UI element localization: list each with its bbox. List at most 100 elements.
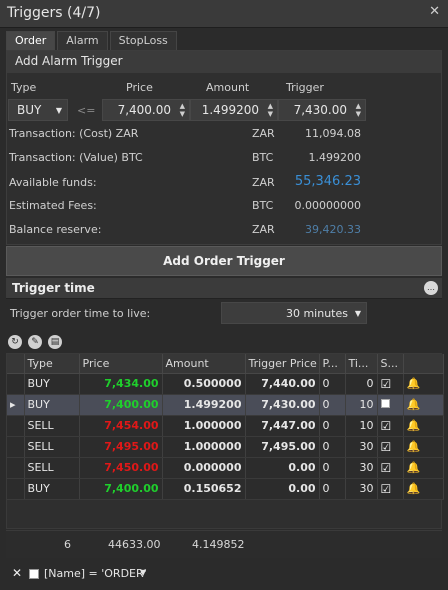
- cell-trigger-price: 7,430.00: [245, 394, 320, 416]
- price-label: Price: [126, 81, 153, 94]
- cell-bell[interactable]: 🔔: [403, 478, 444, 500]
- tab-order[interactable]: Order: [6, 31, 56, 50]
- bell-icon[interactable]: 🔔: [407, 377, 421, 390]
- edit-icon[interactable]: ✎: [28, 335, 42, 349]
- cell-amount: 1.499200: [162, 394, 246, 416]
- cell-bell[interactable]: 🔔: [403, 436, 444, 458]
- filter-expression[interactable]: [Name] = 'ORDER': [44, 567, 147, 580]
- cost-currency: ZAR: [252, 127, 275, 140]
- col-price[interactable]: Price: [79, 354, 163, 374]
- value-value: 1.499200: [308, 151, 362, 164]
- cell-price: 7,450.00: [79, 457, 163, 479]
- trigger-time-title: Trigger time: [12, 281, 95, 295]
- add-trigger-panel: Add Alarm Trigger Type Price Amount Trig…: [6, 50, 442, 245]
- cell-amount: 0.000000: [162, 457, 246, 479]
- bell-icon[interactable]: 🔔: [407, 398, 421, 411]
- cell-status[interactable]: ☑: [377, 373, 404, 395]
- checkbox-checked-icon[interactable]: ☑: [381, 440, 392, 454]
- trigger-time-section[interactable]: Trigger time …: [6, 278, 442, 299]
- type-label: Type: [11, 81, 37, 94]
- checkbox-checked-icon[interactable]: ☑: [381, 461, 392, 475]
- row-indicator: ▸: [7, 394, 25, 416]
- table-row[interactable]: BUY 7,400.00 0.150652 0.00 0 30 ☑ 🔔: [7, 478, 444, 500]
- cell-price: 7,434.00: [79, 373, 163, 395]
- operator-label: <=: [77, 104, 96, 117]
- total-count: 6: [64, 538, 71, 551]
- cell-amount: 0.150652: [162, 478, 246, 500]
- clear-filter-icon[interactable]: ✕: [12, 566, 22, 580]
- table-row[interactable]: SELL 7,450.00 0.000000 0.00 0 30 ☑ 🔔: [7, 457, 444, 479]
- cell-trigger-price: 7,440.00: [245, 373, 320, 395]
- checkbox-checked-icon[interactable]: ☑: [381, 377, 392, 391]
- info-icon[interactable]: …: [424, 281, 438, 295]
- delete-icon[interactable]: ▤: [48, 335, 62, 349]
- trigger-input[interactable]: 7,430.00 ▲ ▼: [278, 99, 366, 121]
- price-input-value: 7,400.00: [117, 103, 171, 117]
- reserve-value: 39,420.33: [305, 223, 361, 236]
- amount-input[interactable]: 1.499200 ▲ ▼: [190, 99, 278, 121]
- cell-trigger-price: 0.00: [245, 478, 320, 500]
- col-ti[interactable]: Ti...: [345, 354, 378, 374]
- row-indicator: [7, 415, 25, 437]
- funds-label: Available funds:: [9, 176, 97, 189]
- funds-value[interactable]: 55,346.23: [295, 174, 361, 189]
- bell-icon[interactable]: 🔔: [407, 440, 421, 453]
- type-select[interactable]: BUY ▼: [8, 99, 68, 121]
- table-row[interactable]: SELL 7,495.00 1.000000 7,495.00 0 30 ☑ 🔔: [7, 436, 444, 458]
- cell-status[interactable]: ☑: [377, 457, 404, 479]
- col-type[interactable]: Type: [24, 354, 80, 374]
- price-input[interactable]: 7,400.00 ▲ ▼: [102, 99, 190, 121]
- price-spinner-icon[interactable]: ▲ ▼: [180, 102, 185, 118]
- trigger-label: Trigger: [286, 81, 324, 94]
- table-row[interactable]: ▸ BUY 7,400.00 1.499200 7,430.00 0 10 🔔: [7, 394, 444, 416]
- close-icon[interactable]: ✕: [429, 4, 440, 19]
- amount-input-value: 1.499200: [201, 103, 259, 117]
- cell-type: BUY: [24, 478, 80, 500]
- table-row[interactable]: BUY 7,434.00 0.500000 7,440.00 0 0 ☑ 🔔: [7, 373, 444, 395]
- cell-status[interactable]: ☑: [377, 415, 404, 437]
- triggers-grid: Type Price Amount Trigger Price P... Ti.…: [6, 353, 444, 529]
- bell-icon[interactable]: 🔔: [407, 461, 421, 474]
- checkbox-checked-icon[interactable]: ☑: [381, 482, 392, 496]
- cell-ti: 30: [345, 436, 378, 458]
- tab-stoploss[interactable]: StopLoss: [109, 31, 177, 50]
- chevron-down-icon[interactable]: ▼: [140, 568, 146, 577]
- cell-bell[interactable]: 🔔: [403, 394, 444, 416]
- cell-bell[interactable]: 🔔: [403, 415, 444, 437]
- cell-status[interactable]: ☑: [377, 478, 404, 500]
- refresh-icon[interactable]: ↻: [8, 335, 22, 349]
- title-bar: Triggers (4/7) ✕: [0, 0, 448, 28]
- reserve-label: Balance reserve:: [9, 223, 102, 236]
- ttl-label: Trigger order time to live:: [10, 307, 151, 320]
- tab-alarm[interactable]: Alarm: [57, 31, 108, 50]
- col-amount[interactable]: Amount: [162, 354, 246, 374]
- amount-spinner-icon[interactable]: ▲ ▼: [268, 102, 273, 118]
- trigger-spinner-icon[interactable]: ▲ ▼: [356, 102, 361, 118]
- filter-enable-checkbox[interactable]: [29, 569, 39, 579]
- row-indicator: [7, 457, 25, 479]
- ttl-select[interactable]: 30 minutes ▼: [221, 302, 367, 324]
- ttl-select-value: 30 minutes: [285, 307, 348, 320]
- col-bell: [403, 354, 444, 374]
- bell-icon[interactable]: 🔔: [407, 419, 421, 432]
- funds-currency: ZAR: [252, 176, 275, 189]
- col-s[interactable]: S...: [377, 354, 404, 374]
- table-row[interactable]: SELL 7,454.00 1.000000 7,447.00 0 10 ☑ 🔔: [7, 415, 444, 437]
- cell-bell[interactable]: 🔔: [403, 457, 444, 479]
- cell-p: 0: [319, 415, 346, 437]
- add-order-trigger-button[interactable]: Add Order Trigger: [6, 246, 442, 276]
- cell-status[interactable]: ☑: [377, 436, 404, 458]
- checkbox-unchecked-icon[interactable]: [380, 399, 390, 408]
- cell-p: 0: [319, 436, 346, 458]
- cell-bell[interactable]: 🔔: [403, 373, 444, 395]
- amount-label: Amount: [206, 81, 250, 94]
- cell-status[interactable]: [377, 394, 404, 416]
- tab-bar: Order Alarm StopLoss: [6, 31, 179, 50]
- col-p[interactable]: P...: [319, 354, 346, 374]
- col-trigger-price[interactable]: Trigger Price: [245, 354, 320, 374]
- cell-p: 0: [319, 394, 346, 416]
- bell-icon[interactable]: 🔔: [407, 482, 421, 495]
- checkbox-checked-icon[interactable]: ☑: [381, 419, 392, 433]
- cell-amount: 0.500000: [162, 373, 246, 395]
- total-amount: 4.149852: [192, 538, 245, 551]
